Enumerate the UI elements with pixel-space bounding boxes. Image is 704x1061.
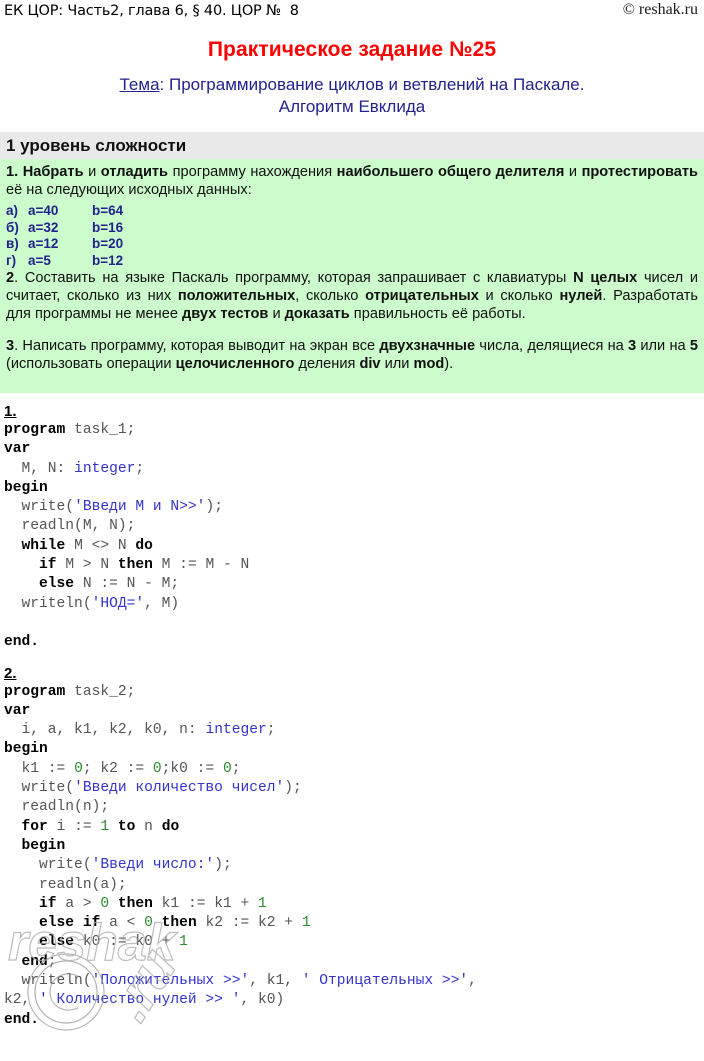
subject-text: : Программирование циклов и ветвлений на… <box>159 75 585 94</box>
solution-block-1: 1. program task_1; var M, N: integer; be… <box>0 403 704 653</box>
test-data-a: a=12 <box>28 236 59 251</box>
code-listing-2: program task_2; var i, a, k1, k2, k0, n:… <box>4 683 477 1028</box>
test-data-key: г) <box>6 252 17 268</box>
subject-block: Тема: Программирование циклов и ветвлени… <box>0 74 704 118</box>
task-item-3: 3. Написать программу, которая выводит н… <box>6 338 698 372</box>
breadcrumb: ЕК ЦОР: Часть2, глава 6, § 40. ЦОР № 8 <box>4 3 299 19</box>
solution-number-1: 1. <box>4 403 17 420</box>
test-data-b: b=20 <box>92 236 124 251</box>
test-data-a: a=32 <box>28 219 59 235</box>
solution-block-2: 2. program task_2; var i, a, k1, k2, k0,… <box>0 665 704 1030</box>
test-data-a: a=40 <box>28 203 59 218</box>
test-data-b: b=64 <box>92 203 124 218</box>
panel-body: 1. Набрать и отладить программу нахожден… <box>0 159 704 373</box>
test-data-key: в) <box>6 236 19 251</box>
task-item-1: 1. Набрать и отладить программу нахожден… <box>6 164 699 198</box>
test-data-a: a=5 <box>28 252 51 268</box>
subject-line-1: Тема: Программирование циклов и ветвлени… <box>0 74 704 96</box>
top-header-bar: ЕК ЦОР: Часть2, глава 6, § 40. ЦОР № 8 ©… <box>0 0 704 22</box>
page-title: Практическое задание №25 <box>207 38 497 61</box>
test-data-row: г) a=5 b=12 <box>6 253 698 270</box>
test-data-key: а) <box>6 203 19 218</box>
test-data-key: б) <box>6 219 19 235</box>
panel-heading: 1 уровень сложности <box>0 132 704 159</box>
task-panel: 1 уровень сложности 1. Набрать и отладит… <box>0 132 704 393</box>
subject-label: Тема <box>119 75 160 94</box>
solution-number-2: 2. <box>4 664 17 682</box>
subject-line-2: Алгоритм Евклида <box>278 97 426 116</box>
test-data-row: б) a=32 b=16 <box>6 220 698 237</box>
test-data-row: а) a=40 b=64 <box>6 203 698 220</box>
test-data-b: b=12 <box>92 252 124 268</box>
test-data-b: b=16 <box>92 219 124 235</box>
test-data-list: а) a=40 b=64 б) a=32 b=16 в) a=12 b=20 г) a=5 b=12 <box>6 203 698 269</box>
test-data-row: в) a=12 b=20 <box>6 236 698 253</box>
code-listing-1: program task_1; var M, N: integer; begin… <box>4 422 250 651</box>
task-item-2: 2. Составить на языке Паскаль программу,… <box>6 270 698 322</box>
copyright-notice: © reshak.ru <box>622 1 698 18</box>
